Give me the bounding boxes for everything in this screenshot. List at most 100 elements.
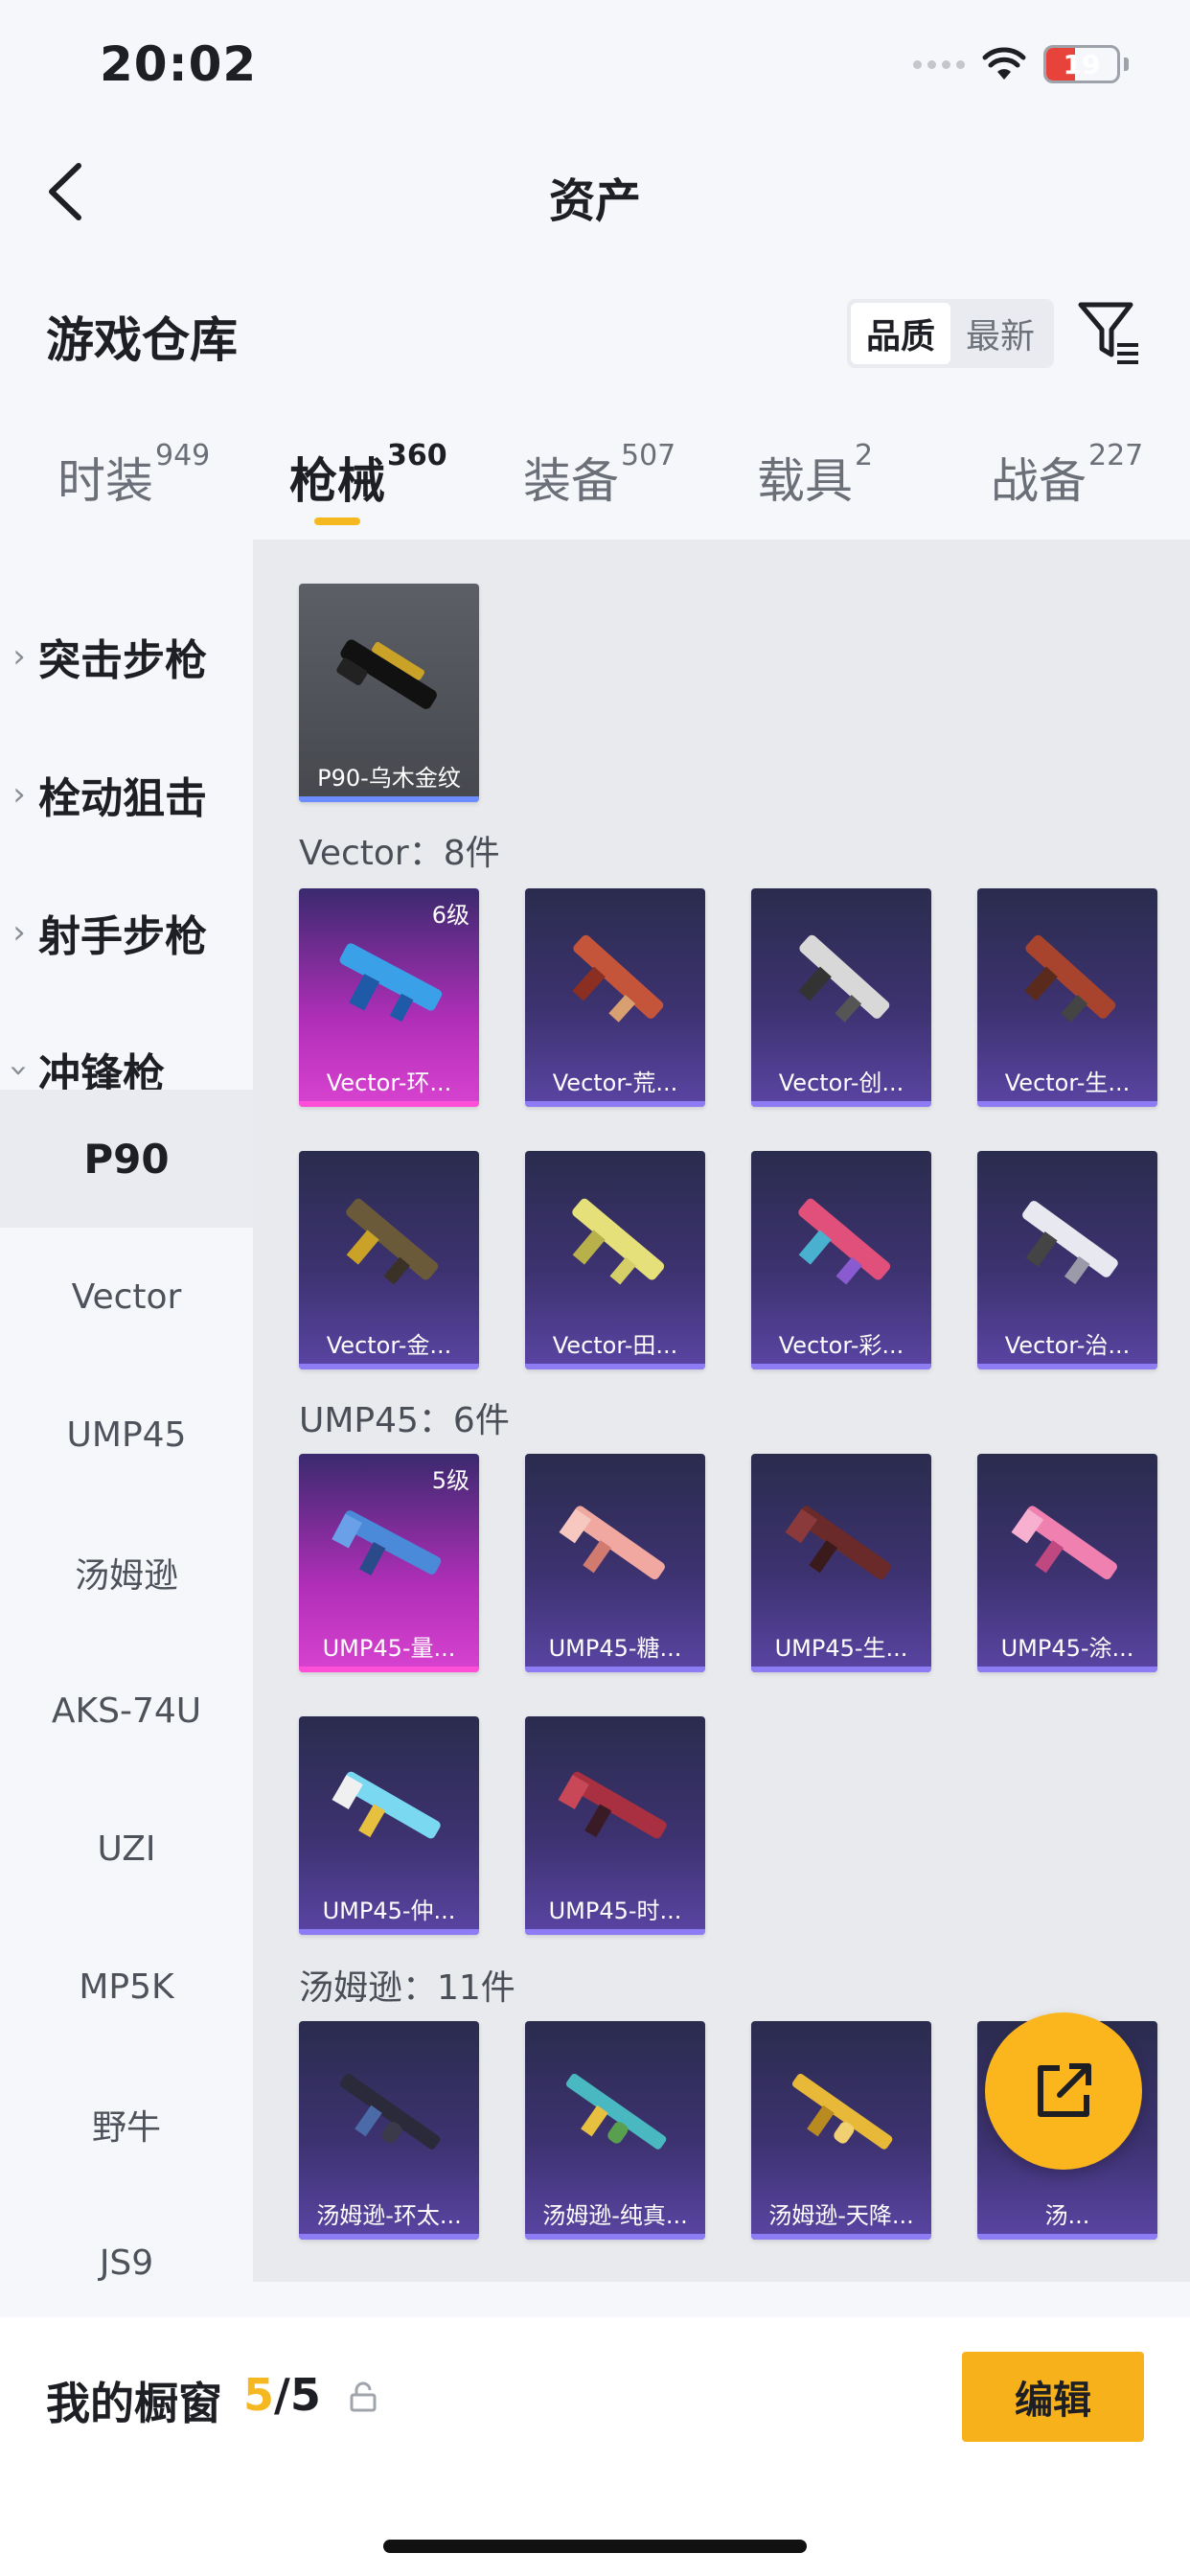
- rarity-bar: [525, 1101, 705, 1107]
- item-name: Vector-环...: [326, 1070, 452, 1096]
- sidebar: › 突击步枪 › 栓动狙击 › 射手步枪 › 冲锋枪 P90 Vector UM…: [0, 540, 253, 2322]
- sidebar-item-js9[interactable]: JS9: [0, 2194, 253, 2332]
- showcase-count: 5/5: [243, 2369, 321, 2421]
- item-card-vector[interactable]: Vector-治...: [977, 1151, 1157, 1369]
- tab-label: 战备: [991, 453, 1087, 509]
- item-card-thompson[interactable]: 汤姆逊-天降...: [751, 2021, 931, 2240]
- item-name: UMP45-糖...: [548, 1635, 682, 1662]
- item-card-vector[interactable]: 6级 Vector-环...: [299, 888, 479, 1107]
- tab-firearms[interactable]: 枪械360: [289, 439, 447, 535]
- item-name: Vector-创...: [778, 1070, 904, 1096]
- item-name: 汤姆逊-天降...: [768, 2202, 914, 2229]
- item-name: UMP45-生...: [774, 1635, 908, 1662]
- item-card-vector[interactable]: Vector-田...: [525, 1151, 705, 1369]
- item-name: UMP45-量...: [322, 1635, 456, 1662]
- sort-quality-button[interactable]: 品质: [851, 303, 950, 364]
- section-label-ump45: UMP45：6件: [299, 1401, 510, 1440]
- sidebar-item-p90[interactable]: P90: [0, 1090, 253, 1228]
- rarity-bar: [751, 2234, 931, 2240]
- sidebar-category-assault-rifle[interactable]: › 突击步枪: [0, 609, 253, 704]
- item-card-ump45[interactable]: UMP45-时...: [525, 1716, 705, 1935]
- item-card-ump45[interactable]: UMP45-糖...: [525, 1454, 705, 1672]
- battery-level: 19: [1063, 48, 1101, 80]
- sidebar-item-bison[interactable]: 野牛: [0, 2056, 253, 2194]
- tab-fashion[interactable]: 时装949: [57, 439, 210, 535]
- tab-combat-supplies[interactable]: 战备227: [991, 439, 1143, 535]
- item-card-ump45[interactable]: UMP45-仲...: [299, 1716, 479, 1935]
- item-name: Vector-荒...: [552, 1070, 678, 1096]
- tab-label: 装备: [523, 453, 619, 509]
- tab-count: 360: [387, 439, 447, 472]
- tab-label: 时装: [57, 453, 153, 509]
- app-root: 20:02 19 资产 游戏仓库 品质 最新 时装949 枪械360 装备507…: [0, 0, 1190, 2576]
- rarity-bar: [525, 1929, 705, 1935]
- sidebar-item-vector[interactable]: Vector: [0, 1228, 253, 1366]
- item-name: UMP45-涂...: [1000, 1635, 1134, 1662]
- tab-count: 949: [155, 439, 211, 472]
- showcase-footer: 我的橱窗 5/5 编辑: [0, 2317, 1190, 2576]
- sort-toggle: 品质 最新: [847, 299, 1054, 368]
- sidebar-item-uzi[interactable]: UZI: [0, 1780, 253, 1918]
- rarity-bar: [299, 1101, 479, 1107]
- rarity-bar: [525, 1364, 705, 1369]
- item-name: UMP45-仲...: [322, 1898, 456, 1924]
- tab-label: 枪械: [289, 453, 385, 509]
- sidebar-item-mp5k[interactable]: MP5K: [0, 1918, 253, 2056]
- sidebar-item-aks74u[interactable]: AKS-74U: [0, 1642, 253, 1780]
- item-name: UMP45-时...: [548, 1898, 682, 1924]
- sidebar-category-bolt-sniper[interactable]: › 栓动狙击: [0, 747, 253, 842]
- thompson-weapon-icon: [791, 2073, 893, 2150]
- battery-icon: 19: [1043, 45, 1120, 83]
- status-indicators: 19: [913, 42, 1129, 86]
- item-card-vector[interactable]: Vector-生...: [977, 888, 1157, 1107]
- item-card-ump45[interactable]: UMP45-涂...: [977, 1454, 1157, 1672]
- chevron-right-icon: ›: [12, 775, 26, 814]
- vector-weapon-icon: [798, 1198, 891, 1285]
- rarity-bar: [751, 1364, 931, 1369]
- filter-icon[interactable]: [1077, 299, 1142, 368]
- rarity-bar: [977, 1101, 1157, 1107]
- vector-weapon-icon: [798, 934, 890, 1023]
- item-name: 汤...: [1044, 2202, 1090, 2229]
- showcase-count-total: /5: [274, 2369, 321, 2421]
- thompson-weapon-icon: [339, 2073, 441, 2150]
- chevron-right-icon: ›: [12, 637, 26, 676]
- sidebar-item-thompson[interactable]: 汤姆逊: [0, 1504, 253, 1642]
- ump45-weapon-icon: [332, 1510, 442, 1576]
- edit-button[interactable]: 编辑: [962, 2352, 1144, 2442]
- tab-count: 2: [855, 439, 874, 472]
- wifi-icon: [982, 47, 1026, 80]
- cellular-signal-icon: [913, 59, 965, 69]
- item-card-ump45[interactable]: UMP45-生...: [751, 1454, 931, 1672]
- tab-vehicles[interactable]: 载具2: [757, 439, 873, 535]
- sort-newest-button[interactable]: 最新: [950, 303, 1050, 364]
- item-card-vector[interactable]: Vector-荒...: [525, 888, 705, 1107]
- tab-count: 507: [621, 439, 676, 472]
- category-tabs: 时装949 枪械360 装备507 载具2 战备227: [0, 439, 1190, 535]
- tab-count: 227: [1088, 439, 1144, 472]
- rarity-bar: [977, 1364, 1157, 1369]
- item-card-ump45[interactable]: 5级 UMP45-量...: [299, 1454, 479, 1672]
- rarity-bar: [751, 1101, 931, 1107]
- sidebar-item-ump45[interactable]: UMP45: [0, 1366, 253, 1504]
- item-card-thompson[interactable]: 汤姆逊-纯真...: [525, 2021, 705, 2240]
- item-card-thompson[interactable]: 汤姆逊-环太...: [299, 2021, 479, 2240]
- item-name: P90-乌木金纹: [317, 765, 461, 792]
- game-warehouse-title: 游戏仓库: [46, 312, 238, 368]
- tab-equipment[interactable]: 装备507: [523, 439, 675, 535]
- sidebar-category-label: 射手步枪: [38, 912, 207, 961]
- item-card-vector[interactable]: Vector-金...: [299, 1151, 479, 1369]
- vector-weapon-icon: [346, 1198, 439, 1285]
- showcase-count-current: 5: [243, 2369, 275, 2421]
- item-name: Vector-生...: [1004, 1070, 1131, 1096]
- item-card-p90[interactable]: P90-乌木金纹: [299, 584, 479, 802]
- sidebar-category-marksman-rifle[interactable]: › 射手步枪: [0, 885, 253, 980]
- section-label-vector: Vector：8件: [299, 834, 500, 873]
- share-button[interactable]: [985, 2012, 1142, 2170]
- rarity-bar: [977, 2234, 1157, 2240]
- item-card-vector[interactable]: Vector-彩...: [751, 1151, 931, 1369]
- item-card-vector[interactable]: Vector-创...: [751, 888, 931, 1107]
- ump45-weapon-icon: [332, 1771, 441, 1839]
- sidebar-category-label: 栓动狙击: [38, 774, 207, 823]
- rarity-bar: [751, 1667, 931, 1672]
